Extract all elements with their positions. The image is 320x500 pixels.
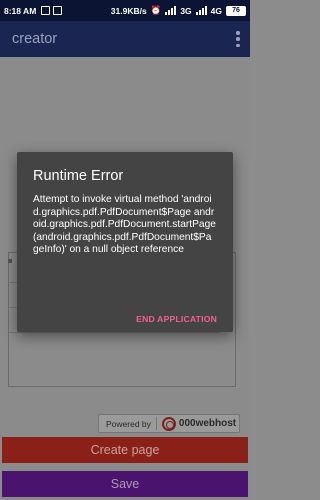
dialog-message: Attempt to invoke virtual method 'androi… [33,194,216,256]
alarm-icon: ⏰ [150,5,162,15]
status-right: 31.9KB/s ⏰ 3G 4G 76 [111,5,246,16]
webhost-logo-icon [161,416,176,431]
end-application-button[interactable]: END APPLICATION [136,314,217,324]
app-notification-icon [41,6,51,15]
save-button[interactable]: Save [2,471,248,497]
editor-marker-icon [8,259,12,263]
notification-icons [41,6,63,15]
app-title: creator [12,31,58,47]
signal-icon-2 [195,6,207,15]
overflow-menu-icon[interactable] [236,31,240,47]
runtime-error-dialog: Runtime Error Attempt to invoke virtual … [17,152,233,332]
network-type: 3G [180,5,192,16]
status-bar: 8:18 AM 31.9KB/s ⏰ 3G 4G 76 [0,0,250,21]
status-time: 8:18 AM [4,5,37,16]
network-speed: 31.9KB/s [110,5,147,16]
app-bar: creator [0,21,250,57]
divider [155,417,157,430]
powered-by-badge[interactable]: Powered by 000webhost [98,414,240,433]
host-name: 000webhost [178,418,237,429]
editor-row [8,332,220,333]
network-type-2: 4G [210,5,222,16]
signal-icon [165,6,177,15]
app-notification-icon-2 [53,6,63,15]
powered-by-label: Powered by [106,418,151,429]
dialog-title: Runtime Error [33,168,124,184]
create-page-button[interactable]: Create page [2,437,248,463]
battery-icon: 76 [226,5,246,16]
